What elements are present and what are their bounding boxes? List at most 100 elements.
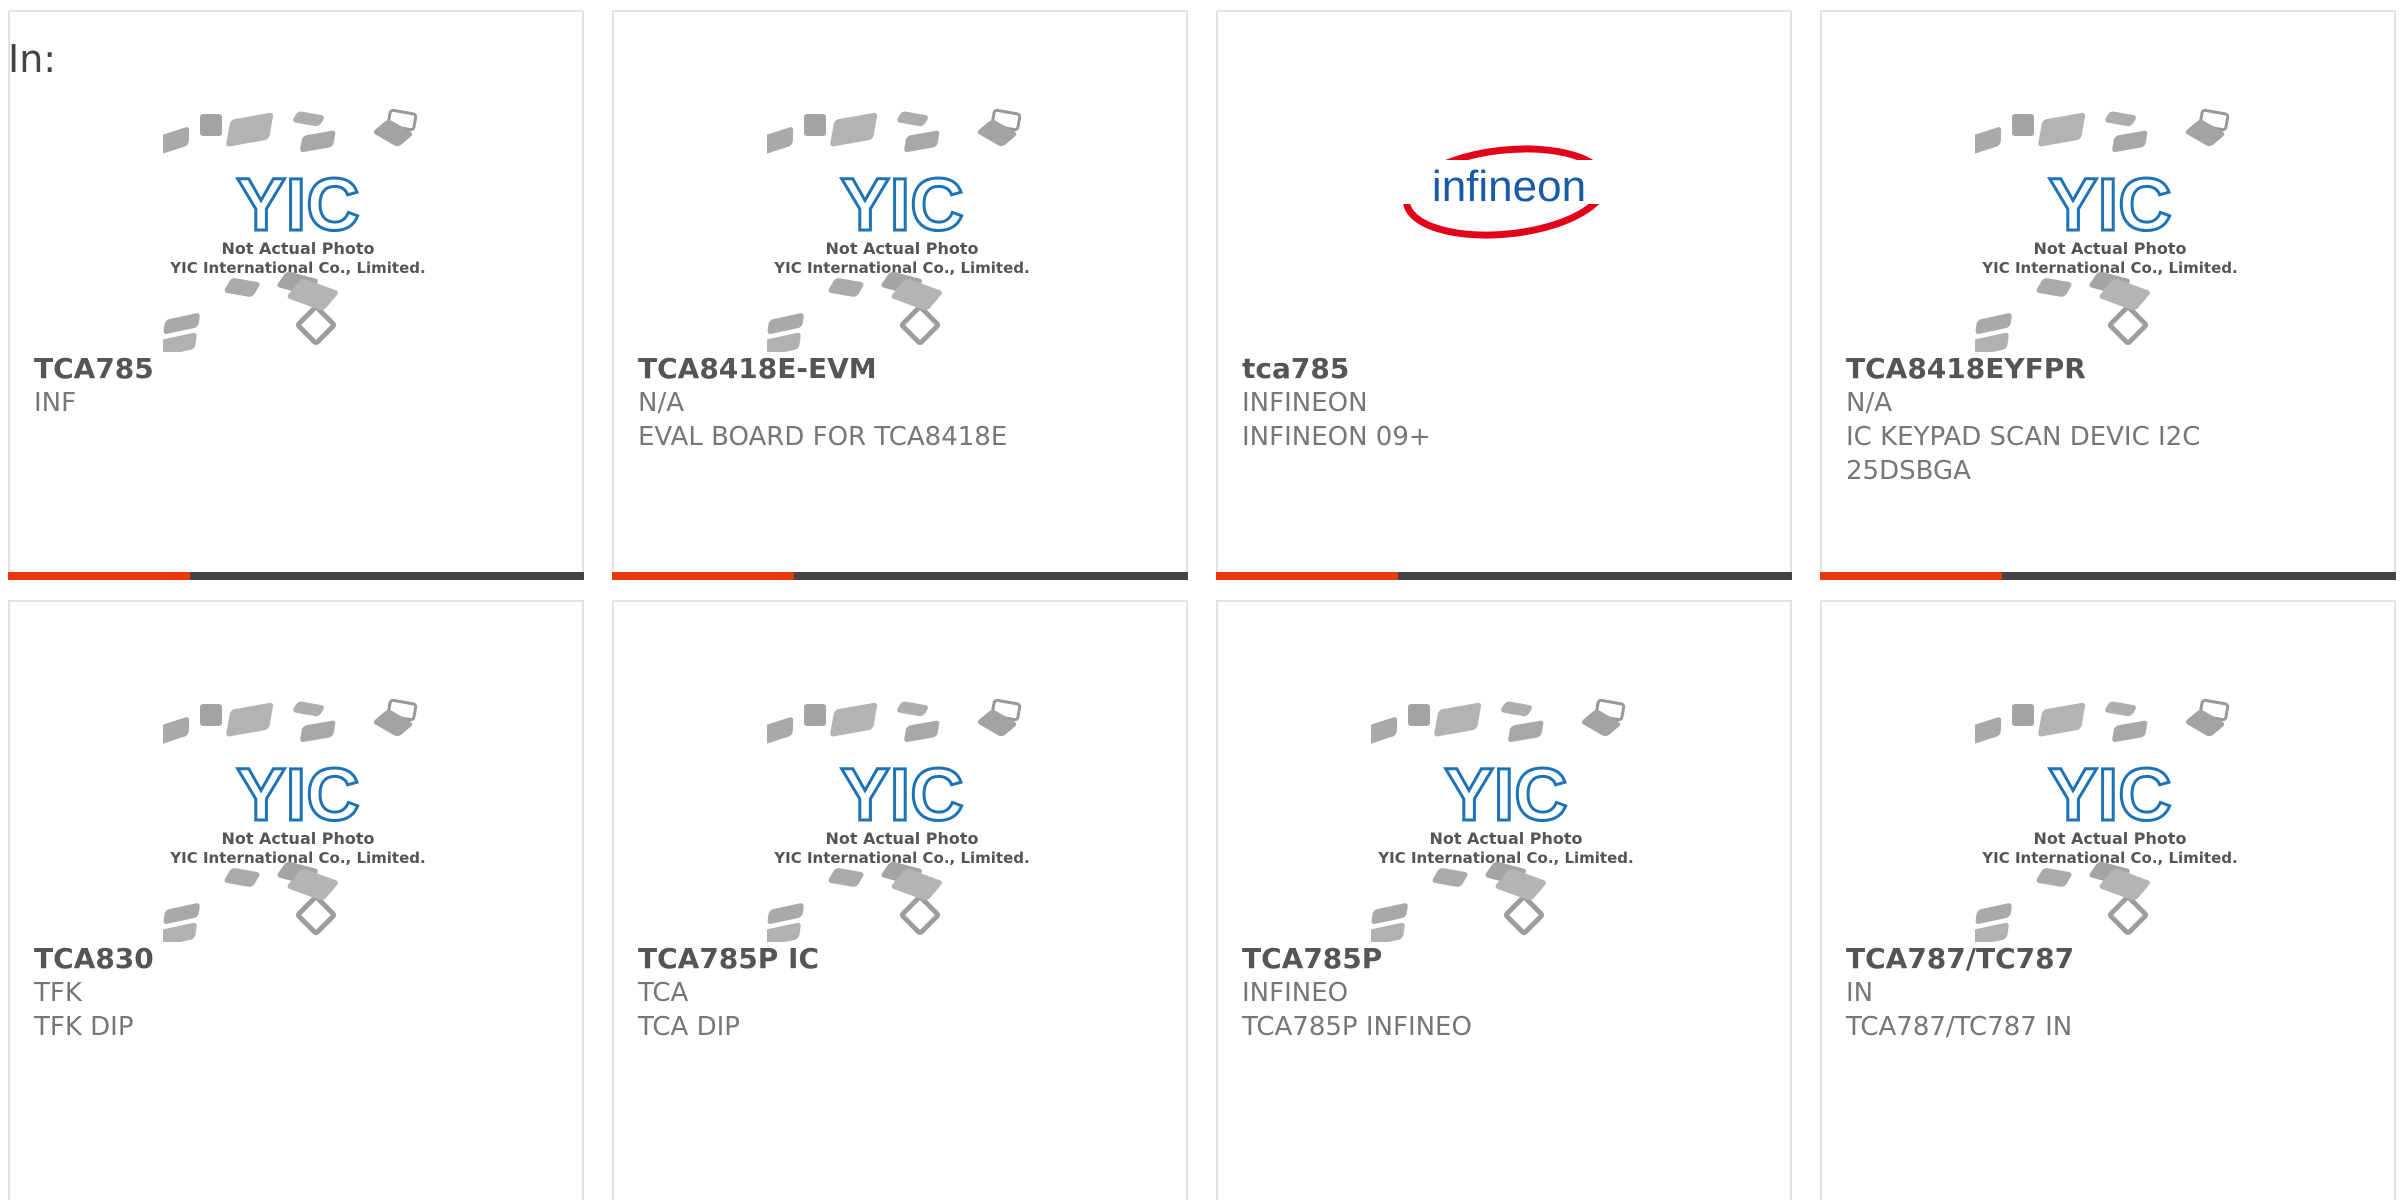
not-actual-photo-image[interactable]: YIC Not Actual Photo YIC International Co.… [767, 102, 1037, 352]
part-number-link[interactable]: TCA785 [34, 352, 562, 386]
part-number-link[interactable]: TCA785P [1242, 942, 1770, 976]
manufacturer-text: N/A [1846, 388, 1892, 418]
chip-shape [904, 130, 940, 153]
not-actual-photo-text: Not Actual Photo [221, 829, 374, 848]
card-accent-bar [8, 572, 190, 580]
part-number-link[interactable]: TCA785P IC [638, 942, 1166, 976]
chip-shape [1371, 903, 1408, 924]
manufacturer-text: INF [34, 388, 77, 418]
manufacturer-text: INFINEON [1242, 388, 1368, 418]
product-card[interactable]: YIC Not Actual Photo YIC International Co.… [1820, 600, 2396, 1200]
chip-shape [2038, 702, 2086, 737]
chip-shape [293, 111, 324, 127]
chip-shape [830, 112, 878, 147]
in-label: In: [8, 37, 57, 81]
not-actual-photo-text: Not Actual Photo [2033, 829, 2186, 848]
manufacturer-text: TCA [638, 978, 689, 1008]
chip-shape [767, 717, 794, 745]
not-actual-photo-image[interactable]: YIC Not Actual Photo YIC International Co.… [1371, 692, 1641, 942]
infineon-logo-image[interactable]: infineon [1371, 102, 1641, 352]
product-card[interactable]: infineon tca785 INFINEON INFINEON 09+ [1216, 10, 1792, 580]
description-text: TCA787/TC787 IN [1846, 1012, 2073, 1042]
card-bottom-bar [612, 572, 1188, 580]
not-actual-photo-text: Not Actual Photo [221, 239, 374, 258]
chip-shape [2112, 720, 2148, 743]
description-text: INFINEON 09+ [1242, 422, 1431, 452]
product-card[interactable]: YIC Not Actual Photo YIC International Co.… [1216, 600, 1792, 1200]
chip-shape [2036, 278, 2072, 297]
ic-placeholder-graphic: YICNot Actual PhotoYIC International Co.… [1975, 108, 2238, 352]
chip-shape [2012, 114, 2034, 136]
not-actual-photo-image[interactable]: YIC Not Actual Photo YIC International Co.… [163, 102, 433, 352]
part-number-link[interactable]: TCA830 [34, 942, 562, 976]
product-card[interactable]: YIC Not Actual Photo YIC International Co.… [612, 600, 1188, 1200]
chip-shape [1432, 868, 1468, 887]
part-number-link[interactable]: tca785 [1242, 352, 1770, 386]
chip-shape [977, 710, 1017, 737]
part-number-link[interactable]: TCA8418EYFPR [1846, 352, 2374, 386]
chip-shape [897, 111, 928, 127]
not-actual-photo-text: Not Actual Photo [2033, 239, 2186, 258]
ic-placeholder-graphic: YICNot Actual PhotoYIC International Co.… [163, 108, 426, 352]
chip-shape [1581, 710, 1621, 737]
chip-shape [200, 114, 222, 136]
chip-shape [830, 702, 878, 737]
chip-shape [226, 112, 274, 147]
not-actual-photo-image[interactable]: YIC Not Actual Photo YIC International Co.… [767, 692, 1037, 942]
chip-shape [163, 717, 190, 745]
chip-shape [1408, 704, 1430, 726]
chip-shape [200, 704, 222, 726]
chip-shape [899, 894, 941, 936]
chip-shape [2185, 120, 2225, 147]
chip-shape [1975, 717, 2002, 745]
chip-shape [767, 313, 804, 334]
chip-shape [767, 903, 804, 924]
not-actual-photo-text: Not Actual Photo [1429, 829, 1582, 848]
yic-logo-text: YIC [840, 753, 963, 836]
description-text: TCA DIP [638, 1012, 740, 1042]
chip-shape [897, 701, 928, 717]
chip-shape [767, 922, 801, 942]
chip-shape [1501, 701, 1532, 717]
chip-shape [1371, 717, 1398, 745]
chip-shape [1975, 313, 2012, 334]
product-card[interactable]: YIC Not Actual Photo YIC International Co.… [612, 10, 1188, 580]
chip-shape [2107, 894, 2149, 936]
product-card[interactable]: YIC Not Actual Photo YIC International Co.… [8, 600, 584, 1200]
manufacturer-text: IN [1846, 978, 1874, 1008]
chip-shape [163, 922, 197, 942]
product-card[interactable]: YIC Not Actual Photo YIC International Co.… [1820, 10, 2396, 580]
yic-logo-text: YIC [840, 163, 963, 246]
product-card[interactable]: YIC Not Actual Photo YIC International Co.… [8, 10, 584, 580]
yic-logo-text: YIC [2048, 163, 2171, 246]
chip-shape [2036, 868, 2072, 887]
chip-shape [899, 304, 941, 346]
card-accent-bar [1216, 572, 1398, 580]
not-actual-photo-image[interactable]: YIC Not Actual Photo YIC International Co.… [1975, 692, 2245, 942]
chip-shape [828, 868, 864, 887]
not-actual-photo-image[interactable]: YIC Not Actual Photo YIC International Co.… [1975, 102, 2245, 352]
card-bottom-bar [1216, 572, 1792, 580]
chip-shape [2012, 704, 2034, 726]
description-text-2: 25DSBGA [1846, 456, 1971, 486]
chip-shape [904, 720, 940, 743]
ic-placeholder-graphic: YICNot Actual PhotoYIC International Co.… [1975, 698, 2238, 942]
part-number-link[interactable]: TCA8418E-EVM [638, 352, 1166, 386]
chip-shape [163, 127, 190, 155]
chip-shape [977, 120, 1017, 147]
logo-text: infineon [1432, 162, 1586, 211]
chip-shape [2107, 304, 2149, 346]
card-bottom-bar [8, 572, 584, 580]
not-actual-photo-image[interactable]: YIC Not Actual Photo YIC International Co.… [163, 692, 433, 942]
chip-shape [2112, 130, 2148, 153]
card-accent-bar [1820, 572, 2002, 580]
manufacturer-text: N/A [638, 388, 684, 418]
card-bottom-bar [1820, 572, 2396, 580]
chip-shape [300, 130, 336, 153]
chip-shape [1975, 332, 2009, 352]
chip-shape [1434, 702, 1482, 737]
chip-shape [2105, 701, 2136, 717]
part-number-link[interactable]: TCA787/TC787 [1846, 942, 2374, 976]
chip-shape [295, 304, 337, 346]
description-text: TCA785P INFINEO [1242, 1012, 1472, 1042]
